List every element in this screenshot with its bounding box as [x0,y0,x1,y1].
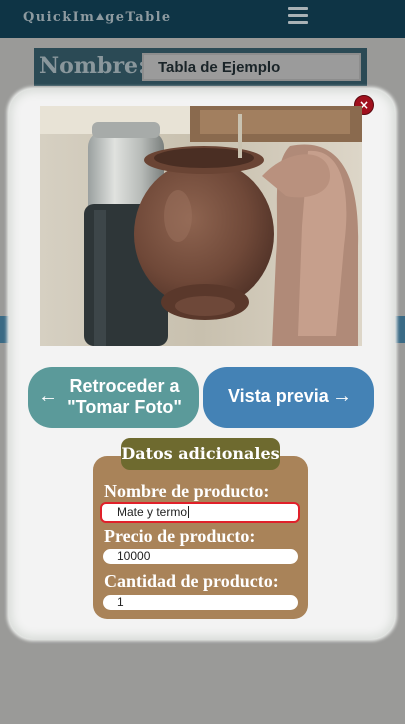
brand-logo: QuickIm geTable [23,10,172,25]
preview-button[interactable]: Vista previa → [203,367,374,428]
product-quantity-input[interactable]: 1 [103,595,298,610]
mate-gourd-and-thermos-photo [40,106,362,346]
product-name-value: Mate y termo [117,505,188,519]
product-name-input[interactable]: Mate y termo [100,502,300,523]
table-name-bar: Nombre: Tabla de Ejemplo [34,48,367,86]
product-quantity-label: Cantidad de producto: [104,571,279,591]
back-button-label: Retroceder a "Tomar Foto" [67,376,182,417]
preview-button-label: Vista previa [228,386,329,406]
product-price-label: Precio de producto: [104,526,256,546]
table-name-input[interactable]: Tabla de Ejemplo [142,53,361,81]
product-photo [40,106,362,346]
additional-data-title: Datos adicionales [121,438,280,470]
product-name-label: Nombre de producto: [104,481,270,501]
back-to-take-photo-button[interactable]: ← Retroceder a "Tomar Foto" [28,367,199,428]
table-name-label: Nombre: [39,53,147,79]
text-caret [188,506,190,518]
top-app-bar: QuickIm geTable [0,0,405,38]
brand-triangle-glyph [96,13,105,20]
product-price-input[interactable]: 10000 [103,549,298,564]
hamburger-icon[interactable] [288,7,308,25]
brand-text-end: geTable [105,10,172,25]
arrow-right-icon: → [332,385,352,407]
brand-text-start: QuickIm [23,10,96,25]
